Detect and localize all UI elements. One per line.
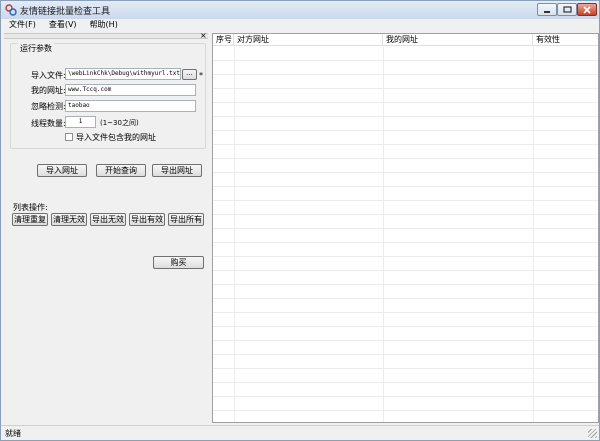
menu-file[interactable]: 文件(F) — [1, 19, 41, 33]
grid-divider — [533, 47, 534, 422]
title-bar[interactable]: 友情链接批量检查工具 — [1, 1, 599, 19]
status-bar: 就绪 — [1, 425, 599, 440]
buy-button[interactable]: 购买 — [153, 256, 204, 269]
app-link-icon — [5, 4, 17, 16]
my-url-label: 我的网址: — [31, 86, 66, 95]
ignore-label: 忽略检测: — [31, 102, 66, 111]
clean-invalid-button[interactable]: 清理无效 — [51, 213, 87, 226]
menu-help[interactable]: 帮助(H) — [82, 19, 123, 33]
window-title: 友情链接批量检查工具 — [20, 7, 111, 17]
list-grid — [213, 47, 598, 422]
include-my-url-checkbox[interactable] — [65, 133, 73, 141]
list-ops-label: 列表操作: — [13, 203, 48, 212]
grid-divider — [234, 47, 235, 422]
col-index[interactable]: 序号 — [213, 34, 234, 46]
import-url-button[interactable]: 导入网址 — [37, 164, 87, 177]
threads-input[interactable]: 1 — [65, 116, 96, 128]
threads-hint: (1~30之间) — [100, 119, 139, 127]
list-header: 序号 对方网址 我的网址 有效性 — [213, 34, 598, 46]
close-icon — [583, 5, 591, 14]
export-valid-button[interactable]: 导出有效 — [129, 213, 165, 226]
run-params-group: 运行参数 导入文件: \webLinkChk\Debug\withmyurl.t… — [10, 43, 206, 149]
ignore-input[interactable]: taobao — [65, 100, 196, 112]
status-text: 就绪 — [5, 429, 21, 438]
app-window: 友情链接批量检查工具 文件(F) 查看(V) 帮助(H) × 运行参数 导入文件… — [0, 0, 600, 441]
export-url-button[interactable]: 导出网址 — [152, 164, 202, 177]
panel-close-icon[interactable]: × — [200, 32, 207, 40]
col-my-url[interactable]: 我的网址 — [383, 34, 533, 46]
required-mark: * — [199, 71, 203, 80]
result-list[interactable]: 序号 对方网址 我的网址 有效性 — [212, 33, 599, 423]
maximize-button[interactable] — [557, 3, 577, 16]
import-file-label: 导入文件: — [31, 71, 66, 80]
menu-bar: 文件(F) 查看(V) 帮助(H) — [1, 19, 599, 33]
my-url-input[interactable]: www.Tccq.com — [65, 84, 196, 96]
threads-label: 线程数量: — [31, 119, 66, 128]
export-invalid-button[interactable]: 导出无效 — [90, 213, 126, 226]
minimize-button[interactable] — [537, 3, 557, 16]
import-file-input[interactable]: \webLinkChk\Debug\withmyurl.txt — [65, 68, 181, 80]
group-title: 运行参数 — [18, 43, 54, 54]
maximize-icon — [562, 6, 572, 13]
grid-divider — [383, 47, 384, 422]
parameter-panel: × 运行参数 导入文件: \webLinkChk\Debug\withmyurl… — [4, 32, 208, 423]
menu-view[interactable]: 查看(V) — [41, 19, 82, 33]
col-peer-url[interactable]: 对方网址 — [234, 34, 383, 46]
start-query-button[interactable]: 开始查询 — [96, 164, 146, 177]
close-button[interactable] — [577, 3, 597, 16]
col-validity[interactable]: 有效性 — [533, 34, 598, 46]
minimize-icon — [544, 10, 550, 13]
resize-grip-icon[interactable] — [588, 429, 597, 438]
clean-duplicate-button[interactable]: 清理重复 — [12, 213, 48, 226]
export-all-button[interactable]: 导出所有 — [168, 213, 204, 226]
include-my-url-label: 导入文件包含我的网址 — [76, 133, 156, 142]
panel-header: × — [4, 32, 208, 40]
browse-button[interactable]: ... — [182, 69, 197, 80]
